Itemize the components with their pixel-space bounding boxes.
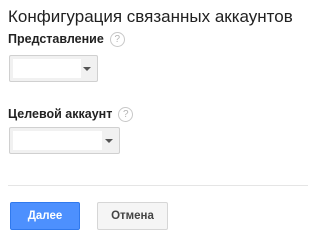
target-account-field-label-row: Целевой аккаунт ? <box>8 106 134 122</box>
target-account-select-value <box>13 131 102 150</box>
target-account-field-label: Целевой аккаунт <box>8 107 113 121</box>
cancel-button[interactable]: Отмена <box>97 202 168 230</box>
dialog-title: Конфигурация связанных аккаунтов <box>8 7 293 26</box>
view-field-label: Представление <box>8 32 104 46</box>
divider <box>8 185 308 186</box>
view-field-label-row: Представление ? <box>8 31 125 47</box>
view-help-icon[interactable]: ? <box>109 31 125 47</box>
target-account-select[interactable] <box>9 127 120 154</box>
chevron-down-icon <box>105 139 113 143</box>
linked-accounts-dialog: Конфигурация связанных аккаунтов Предста… <box>0 0 308 236</box>
view-select[interactable] <box>9 55 98 82</box>
next-button[interactable]: Далее <box>10 202 80 230</box>
target-account-help-icon[interactable]: ? <box>118 106 134 122</box>
chevron-down-icon <box>83 67 91 71</box>
view-select-value <box>13 59 81 78</box>
